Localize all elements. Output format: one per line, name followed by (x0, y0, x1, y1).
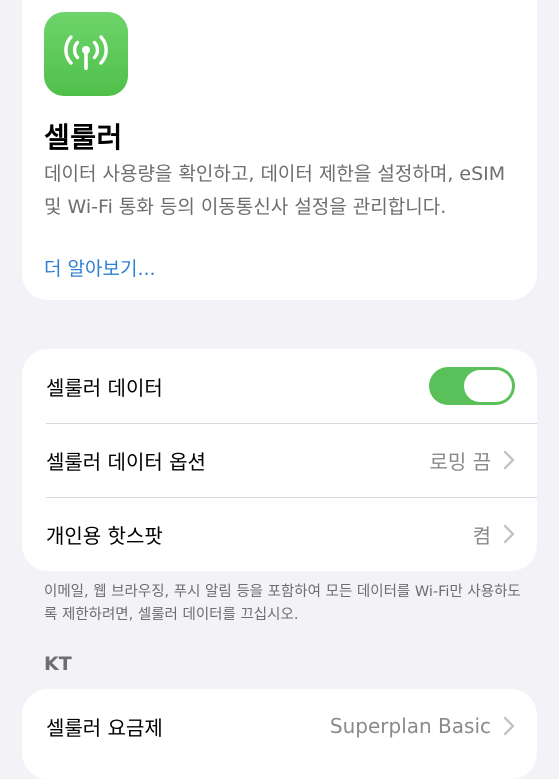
cellular-data-toggle[interactable] (429, 367, 515, 405)
antenna-icon (64, 35, 108, 70)
toggle-knob (464, 370, 512, 402)
cellular-plan-value: Superplan Basic (329, 714, 491, 738)
page-description: 데이터 사용량을 확인하고, 데이터 제한을 설정하며, eSIM 및 Wi-F… (44, 163, 506, 218)
cellular-data-options-value: 로밍 끔 (429, 449, 491, 474)
personal-hotspot-value: 켬 (472, 523, 491, 548)
chevron-right-icon (503, 450, 515, 470)
personal-hotspot-label: 개인용 핫스팟 (46, 523, 163, 548)
page-title: 셀룰러 (44, 121, 123, 154)
chevron-right-icon (503, 524, 515, 544)
cellular-app-icon (44, 12, 128, 96)
carrier-section-title: KT (44, 653, 72, 675)
cellular-plan-row[interactable]: 셀룰러 요금제 Superplan Basic (22, 689, 537, 763)
chevron-right-icon (503, 716, 515, 736)
cellular-footnote: 이메일, 웹 브라우징, 푸시 알림 등을 포함하여 모든 데이터를 Wi-Fi… (44, 584, 521, 623)
personal-hotspot-row[interactable]: 개인용 핫스팟 켬 (22, 497, 537, 571)
cellular-data-label: 셀룰러 데이터 (46, 375, 163, 400)
cellular-data-options-row[interactable]: 셀룰러 데이터 옵션 로밍 끔 (22, 423, 537, 497)
cellular-data-options-label: 셀룰러 데이터 옵션 (46, 449, 206, 474)
carrier-settings-group: 셀룰러 요금제 Superplan Basic (22, 689, 537, 779)
cellular-plan-label: 셀룰러 요금제 (46, 715, 163, 740)
learn-more-link[interactable]: 더 알아보기... (44, 254, 156, 281)
cellular-settings-group: 셀룰러 데이터 셀룰러 데이터 옵션 로밍 끔 개인용 핫스팟 켬 (22, 349, 537, 571)
cellular-data-row: 셀룰러 데이터 (22, 349, 537, 423)
